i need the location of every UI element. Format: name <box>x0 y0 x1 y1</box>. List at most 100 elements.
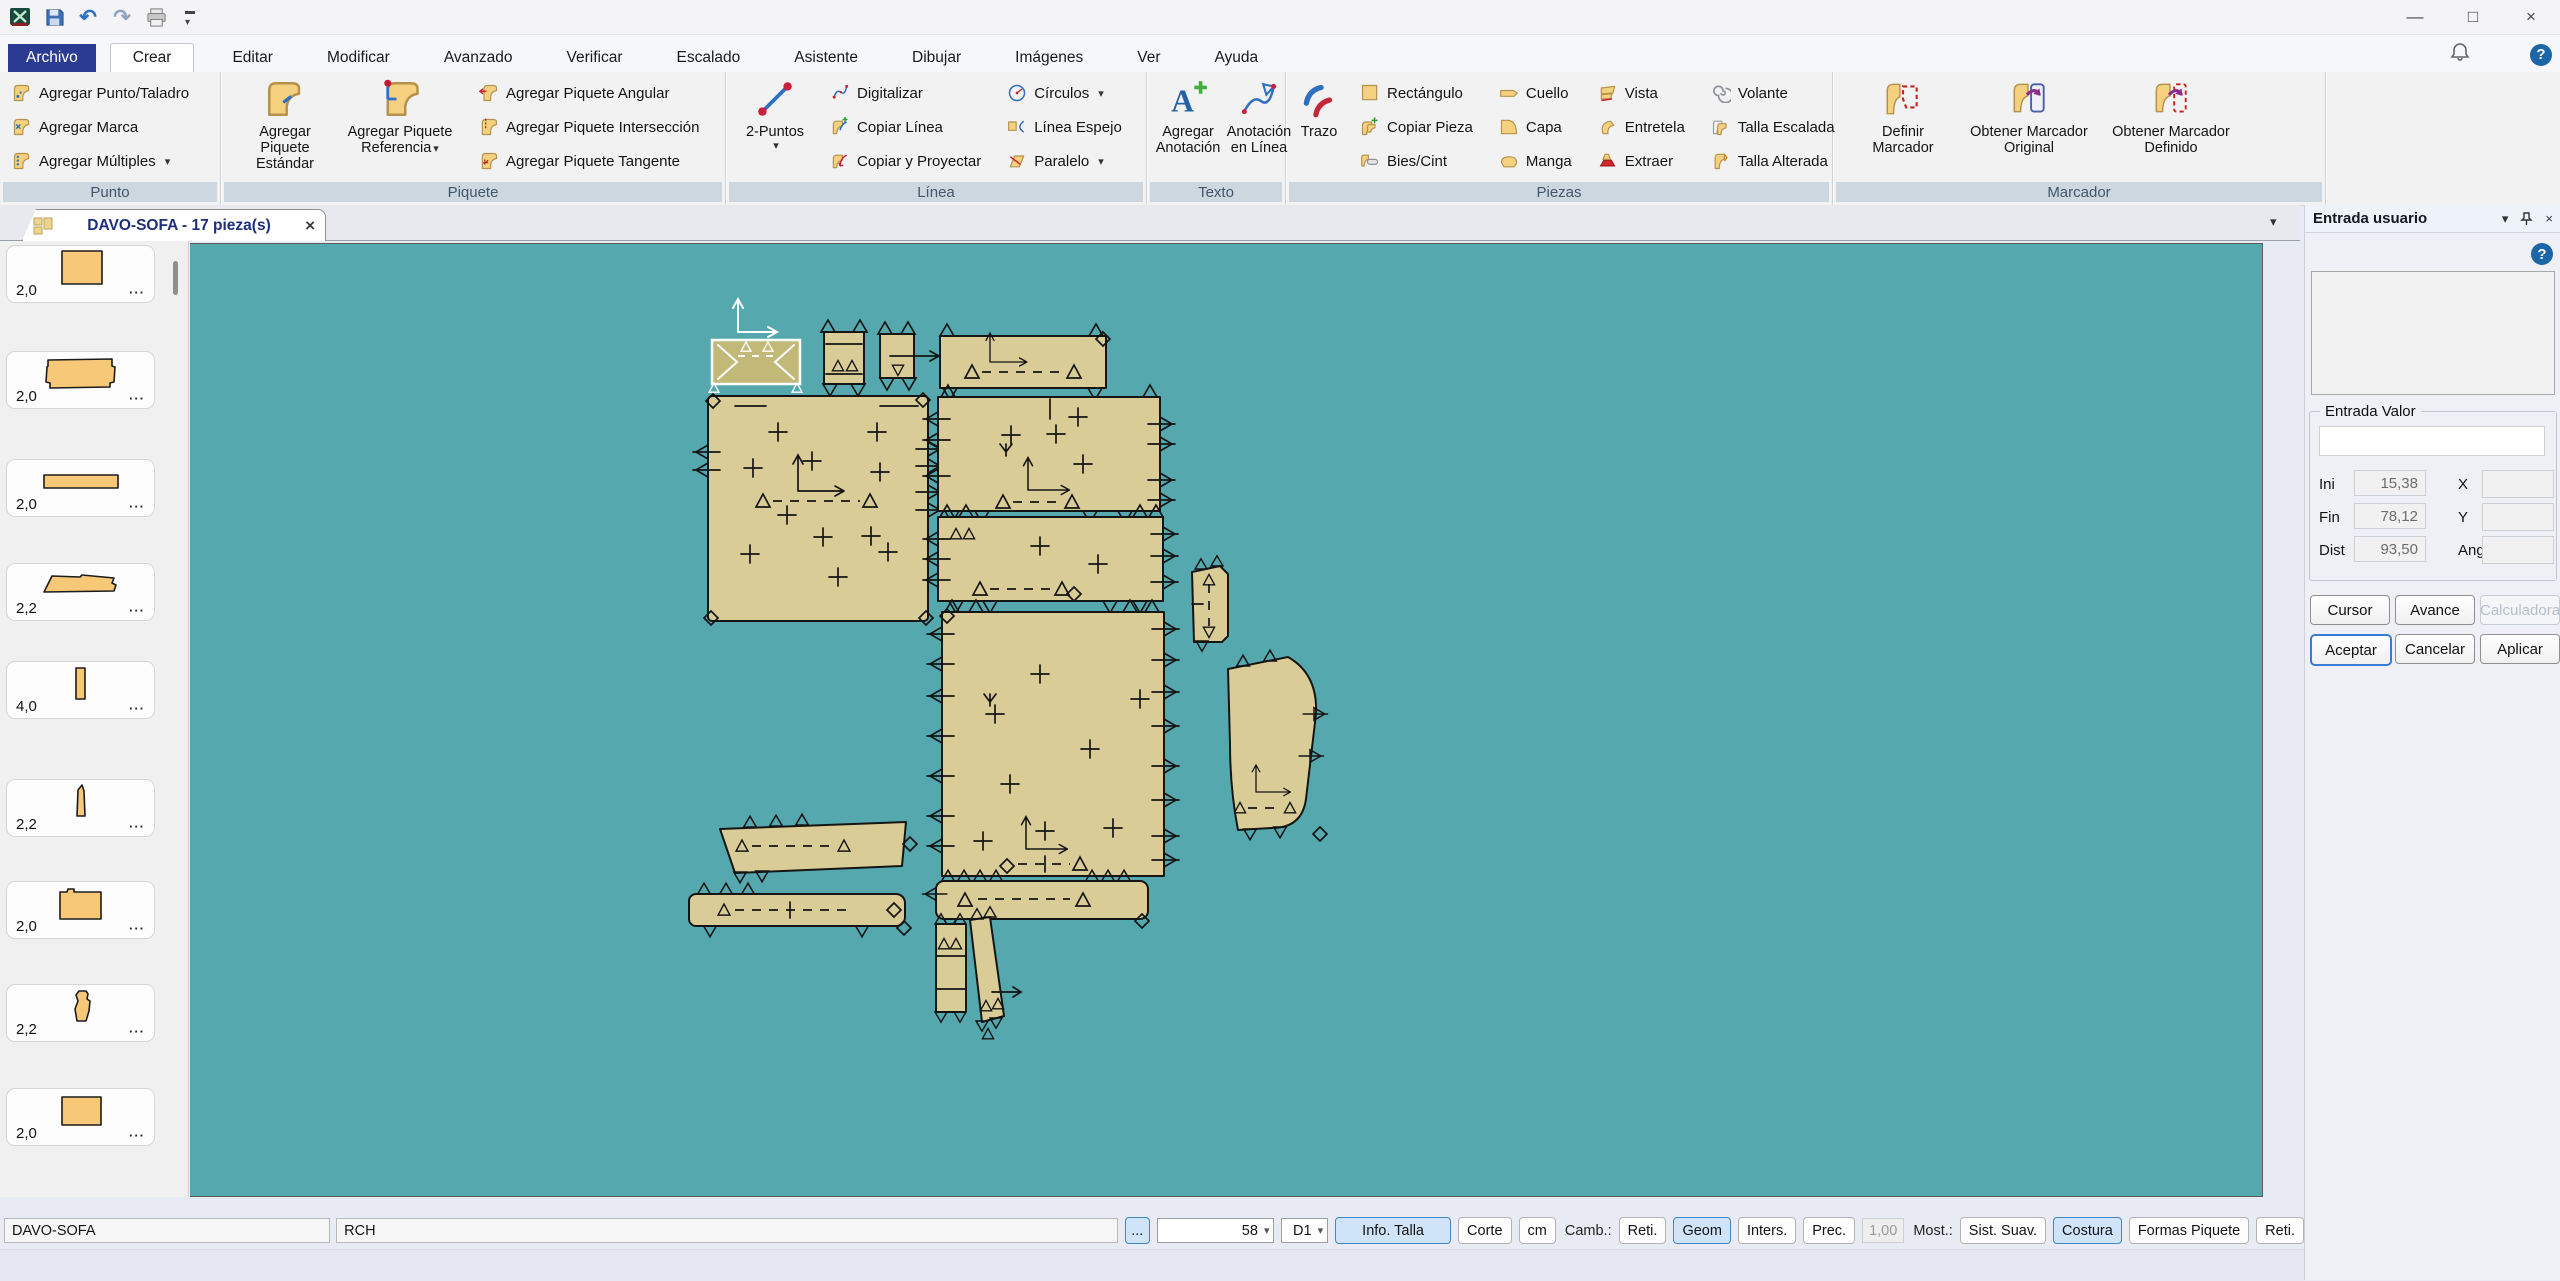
menu-tab-editar[interactable]: Editar <box>216 44 289 72</box>
pattern-piece[interactable] <box>821 320 867 396</box>
dist-field[interactable]: 93,50 <box>2354 536 2426 562</box>
model-name-field[interactable]: DAVO-SOFA <box>4 1218 330 1243</box>
get-original-marker-button[interactable]: Obtener Marcador Original <box>1959 74 2099 180</box>
pattern-piece[interactable] <box>940 324 1110 400</box>
add-mark-button[interactable]: Agregar Marca <box>8 116 193 138</box>
menu-tab-asistente[interactable]: Asistente <box>778 44 874 72</box>
aplicar-button[interactable]: Aplicar <box>2480 634 2560 664</box>
add-notch-reference-button[interactable]: Agregar Piquete Referencia▾ <box>341 74 459 180</box>
pattern-piece[interactable] <box>693 393 943 625</box>
window-minimize-button[interactable]: — <box>2386 0 2444 34</box>
ini-field[interactable]: 15,38 <box>2354 470 2426 496</box>
menu-tab-verificar[interactable]: Verificar <box>551 44 639 72</box>
prec-toggle[interactable]: Prec. <box>1803 1217 1855 1244</box>
menu-tab-escalado[interactable]: Escalado <box>661 44 757 72</box>
menu-tab-ver[interactable]: Ver <box>1121 44 1176 72</box>
piece-more-button[interactable]: ··· <box>129 701 145 716</box>
scaled-size-button[interactable]: Talla Escalada <box>1707 116 1839 138</box>
cancelar-button[interactable]: Cancelar <box>2395 634 2475 664</box>
sleeve-button[interactable]: Manga <box>1495 150 1576 172</box>
menu-tab-dibujar[interactable]: Dibujar <box>896 44 977 72</box>
panel-help-icon[interactable]: ? <box>2531 243 2553 265</box>
value-input[interactable] <box>2319 426 2545 456</box>
parallel-button[interactable]: Paralelo▾ <box>1003 150 1126 172</box>
x-field[interactable] <box>2482 470 2554 498</box>
pattern-piece[interactable] <box>1228 650 1328 841</box>
annotation-on-line-button[interactable]: Anotación en Línea <box>1223 74 1295 180</box>
costura-toggle[interactable]: Costura <box>2053 1217 2122 1244</box>
document-tab-close-icon[interactable]: × <box>305 216 315 236</box>
ang-field[interactable] <box>2482 536 2554 564</box>
line-2-points-button[interactable]: 2-Puntos ▾ <box>736 74 814 180</box>
window-maximize-button[interactable]: □ <box>2444 0 2502 34</box>
aceptar-button[interactable]: Aceptar <box>2310 634 2392 666</box>
size-combo[interactable]: 58▾ <box>1157 1218 1274 1243</box>
help-icon[interactable]: ? <box>2530 44 2552 66</box>
piece-thumbnail-8[interactable]: 2,2 ··· <box>6 984 155 1042</box>
sidebar-scrollbar[interactable] <box>173 261 178 295</box>
input-history-list[interactable] <box>2311 271 2555 395</box>
piece-more-button[interactable]: ··· <box>129 819 145 834</box>
add-point-drill-button[interactable]: Agregar Punto/Taladro <box>8 82 193 104</box>
pattern-piece[interactable] <box>923 385 1175 523</box>
copy-and-project-button[interactable]: Copiar y Proyectar <box>826 150 985 172</box>
pattern-piece[interactable] <box>720 814 917 883</box>
piece-more-button[interactable]: ··· <box>129 499 145 514</box>
add-multiples-button[interactable]: Agregar Múltiples▾ <box>8 150 193 172</box>
ruffle-button[interactable]: Volante <box>1707 82 1839 104</box>
menu-tab-avanzado[interactable]: Avanzado <box>428 44 529 72</box>
pattern-canvas[interactable] <box>190 243 2263 1197</box>
document-tab[interactable]: DAVO-SOFA - 17 pieza(s) × <box>22 209 326 241</box>
reti-toggle-1[interactable]: Reti. <box>1619 1217 1667 1244</box>
extract-button[interactable]: Extraer <box>1594 150 1689 172</box>
fin-field[interactable]: 78,12 <box>2354 503 2426 529</box>
interfacing-button[interactable]: Entretela <box>1594 116 1689 138</box>
save-button[interactable] <box>42 5 66 29</box>
avance-button[interactable]: Avance <box>2395 595 2475 625</box>
circles-button[interactable]: Círculos▾ <box>1003 82 1126 104</box>
digitize-button[interactable]: Digitalizar <box>826 82 985 104</box>
pattern-piece[interactable] <box>927 600 1179 876</box>
window-close-button[interactable]: × <box>2502 0 2560 34</box>
pattern-piece[interactable] <box>689 883 911 937</box>
pattern-piece[interactable] <box>878 322 939 390</box>
bias-tape-button[interactable]: Bies/Cint <box>1356 150 1477 172</box>
notifications-bell-icon[interactable] <box>2448 40 2472 69</box>
add-annotation-button[interactable]: A Agregar Anotación <box>1153 74 1223 180</box>
pin-icon[interactable] <box>2520 212 2533 226</box>
pattern-piece-selected[interactable] <box>709 299 802 392</box>
sist-suav-toggle[interactable]: Sist. Suav. <box>1960 1217 2046 1244</box>
print-button[interactable] <box>144 5 168 29</box>
piece-thumbnail-9[interactable]: 2,0 ··· <box>6 1088 155 1146</box>
get-defined-marker-button[interactable]: Obtener Marcador Definido <box>2099 74 2243 180</box>
trace-button[interactable]: Trazo <box>1294 74 1344 180</box>
panel-close-icon[interactable]: × <box>2545 211 2553 226</box>
altered-size-button[interactable]: Talla Alterada <box>1707 150 1839 172</box>
piece-more-button[interactable]: ··· <box>129 1024 145 1039</box>
facing-button[interactable]: Vista <box>1594 82 1689 104</box>
copy-line-button[interactable]: Copiar Línea <box>826 116 985 138</box>
redo-button[interactable]: ↷ <box>110 5 134 29</box>
reference-field[interactable]: RCH <box>336 1218 1117 1243</box>
add-notch-angular-button[interactable]: Agregar Piquete Angular <box>475 82 703 104</box>
tab-overflow-caret[interactable]: ▾ <box>2270 214 2277 230</box>
piece-thumbnail-6[interactable]: 2,2 ··· <box>6 779 155 837</box>
y-field[interactable] <box>2482 503 2554 531</box>
pattern-piece[interactable] <box>923 505 1178 613</box>
piece-more-button[interactable]: ··· <box>129 603 145 618</box>
pattern-piece[interactable] <box>935 914 966 1022</box>
cm-toggle[interactable]: cm <box>1519 1217 1556 1244</box>
customize-toolbar-caret[interactable]: ▬▾ <box>178 5 202 29</box>
inters-toggle[interactable]: Inters. <box>1738 1217 1796 1244</box>
undo-button[interactable]: ↶ <box>76 5 100 29</box>
reti-toggle-2[interactable]: Reti. <box>2256 1217 2304 1244</box>
menu-tab-crear[interactable]: Crear <box>110 43 195 72</box>
piece-thumbnail-5[interactable]: 4,0 ··· <box>6 661 155 719</box>
geom-toggle[interactable]: Geom <box>1673 1217 1731 1244</box>
piece-more-button[interactable]: ··· <box>129 921 145 936</box>
copy-piece-button[interactable]: Copiar Pieza <box>1356 116 1477 138</box>
add-notch-tangent-button[interactable]: Agregar Piquete Tangente <box>475 150 703 172</box>
piece-more-button[interactable]: ··· <box>129 285 145 300</box>
menu-tab-archivo[interactable]: Archivo <box>8 44 96 72</box>
layer-button[interactable]: Capa <box>1495 116 1576 138</box>
